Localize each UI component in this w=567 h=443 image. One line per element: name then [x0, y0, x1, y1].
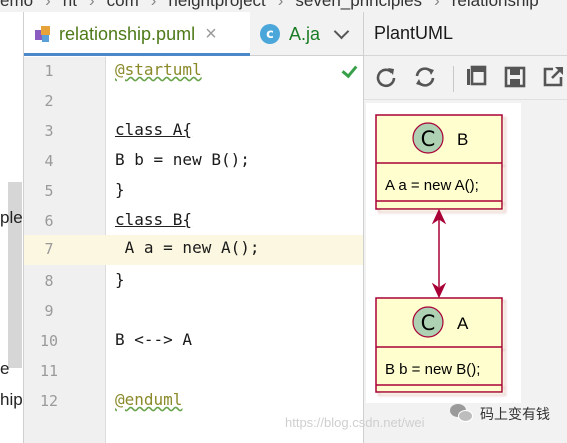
code-line[interactable]: 6 class B{ — [24, 207, 363, 237]
code-line[interactable]: 2 — [24, 87, 363, 117]
line-number: 11 — [39, 362, 59, 380]
breadcrumb-separator: › — [150, 0, 157, 10]
line-number: 6 — [44, 212, 54, 230]
line-number: 2 — [44, 92, 54, 110]
breadcrumb-separator: › — [434, 0, 440, 10]
sync-icon[interactable] — [413, 65, 437, 89]
class-field: B b = new B(); — [385, 361, 480, 378]
uml-diagram-canvas[interactable]: C B A a = new A(); A --> C A B b = new B… — [366, 103, 521, 403]
refresh-icon[interactable] — [374, 65, 398, 89]
code-text: B <--> A — [115, 330, 193, 349]
plantuml-title: PlantUML — [374, 23, 454, 43]
code-line[interactable]: 5 } — [24, 177, 363, 207]
code-text: } — [115, 270, 125, 289]
code-text: A a = new A(); — [115, 238, 260, 257]
class-stereotype-letter: C — [421, 127, 436, 151]
wechat-watermark: 码上变有钱 — [450, 404, 550, 424]
code-text: @startuml — [115, 60, 202, 79]
project-tree-item-fragment[interactable]: hip — [0, 390, 23, 410]
breadcrumb-separator: › — [45, 0, 51, 10]
line-number: 9 — [44, 302, 54, 320]
project-panel: ple e hip — [0, 12, 23, 443]
plantuml-tool-window: PlantUML C B A a = new A(); C A B b = ne… — [364, 12, 567, 443]
line-number: 1 — [44, 62, 54, 80]
tab-label: relationship.puml — [59, 23, 196, 44]
line-number: 10 — [39, 332, 59, 350]
code-line[interactable]: 9 — [24, 297, 363, 327]
uml-class-diagram: C B A a = new A(); A --> C A B b = new B… — [375, 114, 503, 393]
breadcrumb-item[interactable]: relationship — [452, 0, 539, 10]
java-class-icon: c — [260, 24, 280, 44]
breadcrumb-item[interactable]: com — [107, 0, 139, 10]
class-stereotype-letter: C — [421, 311, 436, 335]
line-number: 3 — [44, 122, 54, 140]
code-text: } — [115, 180, 125, 199]
breadcrumb-item[interactable]: seven_principles — [295, 0, 422, 10]
code-line[interactable]: 8 } — [24, 267, 363, 297]
tab-label: A.ja — [289, 23, 321, 44]
code-line[interactable]: 3 class A{ — [24, 117, 363, 147]
breadcrumb-separator: › — [88, 0, 95, 10]
line-number: 7 — [44, 240, 54, 258]
code-line[interactable]: 1 @startuml — [24, 57, 363, 87]
line-number: 12 — [39, 392, 59, 410]
code-text: class A{ — [115, 120, 193, 139]
watermark-url: https://blog.csdn.net/wei — [285, 415, 425, 430]
breadcrumb-item[interactable]: emo — [0, 0, 33, 10]
code-line[interactable]: 11 — [24, 357, 363, 387]
class-name: A — [457, 314, 469, 333]
code-line[interactable]: 4 B b = new B(); — [24, 147, 363, 177]
code-text: B b = new B(); — [115, 150, 250, 169]
breadcrumb-item[interactable]: nt — [63, 0, 77, 10]
breadcrumb-item[interactable]: heightproject — [168, 0, 265, 10]
plantuml-toolbar — [364, 57, 567, 100]
line-number: 8 — [44, 272, 54, 290]
open-external-icon[interactable] — [541, 65, 565, 89]
tab-relationship-puml[interactable]: relationship.puml × — [24, 12, 250, 56]
breadcrumb-separator: › — [277, 0, 284, 10]
code-line[interactable]: 10 B <--> A — [24, 327, 363, 357]
plantuml-file-icon — [35, 26, 51, 42]
class-field: A a = new A(); — [385, 177, 479, 194]
code-editor[interactable]: 1 @startuml 2 3 class A{ 4 B b = new B()… — [24, 57, 363, 443]
project-tree-item-fragment[interactable]: ple — [0, 208, 23, 228]
code-line-current[interactable]: 7 A a = new A(); — [24, 235, 363, 265]
editor-tab-bar: relationship.puml × c A.ja — [24, 12, 363, 56]
wechat-icon — [450, 404, 474, 424]
class-name: B — [457, 130, 468, 149]
plantuml-header: PlantUML — [364, 12, 567, 56]
bidirectional-association — [431, 208, 447, 299]
breadcrumb: emo › nt › com › heightproject › seven_principle… — [0, 0, 567, 12]
save-icon[interactable] — [503, 65, 527, 89]
code-text: @enduml — [115, 390, 183, 409]
toolbar-separator — [453, 66, 454, 92]
tab-overflow-chevron-icon[interactable] — [331, 23, 355, 45]
copy-icon[interactable] — [464, 65, 488, 89]
project-tree-item-fragment[interactable]: e — [0, 359, 9, 379]
code-line[interactable]: 12 @enduml — [24, 387, 363, 417]
line-number: 5 — [44, 182, 54, 200]
wechat-brand-label: 码上变有钱 — [480, 406, 550, 422]
code-text: class B{ — [115, 210, 193, 229]
line-number: 4 — [44, 152, 54, 170]
close-tab-icon[interactable]: × — [205, 23, 217, 46]
